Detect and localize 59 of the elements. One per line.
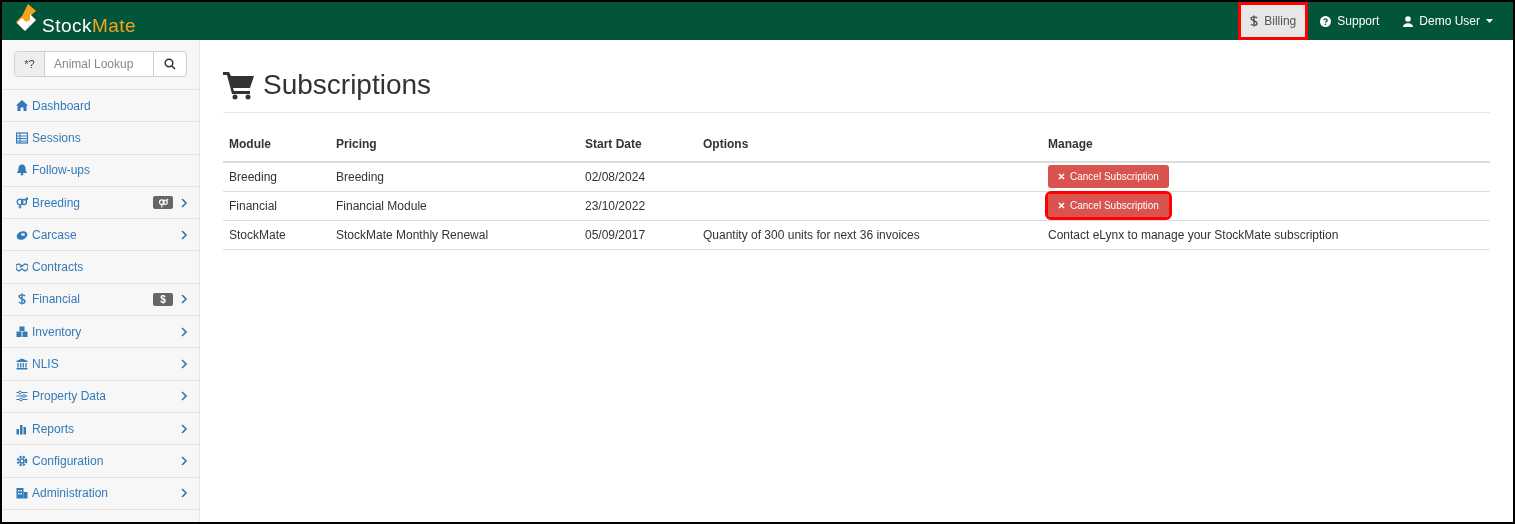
user-icon [1403,15,1414,27]
column-header: Pricing [336,137,377,151]
sidebar-item[interactable]: Contracts [2,251,199,284]
sidebar-item[interactable]: Property Data [2,380,199,413]
table-cell: 05/09/2017 [585,227,646,242]
brand-name[interactable]: StockMate [42,16,137,35]
table-cell: 23/10/2022 [585,198,646,213]
close-icon [1058,202,1065,209]
column-header: Options [703,137,749,151]
column-header: Manage [1048,137,1093,151]
sidebar-item[interactable]: Sessions [2,122,199,155]
caret-icon [1486,19,1493,23]
table-cell: Quantity of 300 units for next 36 invoices [703,227,920,242]
page-title: Subscriptions [263,71,432,99]
sidebar-item[interactable]: Inventory [2,316,199,349]
sidebar-item[interactable]: Financial $ [2,283,199,317]
table-icon [16,131,28,144]
sidebar-item[interactable]: Administration [2,477,199,510]
boxes-icon [16,325,28,338]
column-header: Start Date [585,137,642,151]
steak-icon [16,228,28,241]
table-cell: Breeding [336,169,385,184]
bell-icon [16,164,28,177]
dollar-icon [16,293,28,306]
building-icon [16,487,28,500]
sidebar-item[interactable]: Breeding [2,186,199,220]
table-cell: Financial Module [336,198,427,213]
sidebar-item[interactable]: Carcase [2,219,199,252]
table-cell: StockMate [229,227,286,242]
gender-icon [157,197,169,208]
table-cell: 02/08/2024 [585,169,646,184]
table-cell: Contact eLynx to manage your StockMate subscription [1048,227,1339,242]
search-field[interactable]: *? Animal Lookup [14,51,187,77]
module-badge: $ [153,292,173,306]
sliders-icon [16,390,28,403]
wildcard-toggle[interactable]: *? [15,52,45,76]
bank-icon [16,358,28,370]
column-header: Module [229,137,271,151]
bar-chart-icon [16,422,28,435]
cancel-subscription-button[interactable]: Cancel Subscription [1048,165,1169,189]
nav-link[interactable]: Demo User [1391,2,1505,40]
table-cell: Financial [229,198,278,213]
close-icon [1058,173,1065,181]
sidebar-item[interactable]: Configuration [2,445,199,478]
table-cell: Breeding [229,169,278,184]
home-icon [16,99,28,112]
nav-link[interactable]: Support [1308,2,1392,40]
help-icon [1320,15,1332,27]
nav-link[interactable]: Billing [1238,2,1309,40]
sidebar-item[interactable]: Reports [2,412,199,446]
table-cell: StockMate Monthly Renewal [336,227,489,242]
cart-icon [223,70,255,100]
sidebar-item[interactable]: NLIS [2,348,199,381]
gender-icon [16,196,28,209]
search-icon [164,58,176,70]
dollar-icon [1250,15,1259,27]
sidebar-item[interactable]: Dashboard [2,90,199,123]
cancel-subscription-button[interactable]: Cancel Subscription [1048,194,1169,217]
sidebar-item[interactable]: Follow-ups [2,154,199,187]
